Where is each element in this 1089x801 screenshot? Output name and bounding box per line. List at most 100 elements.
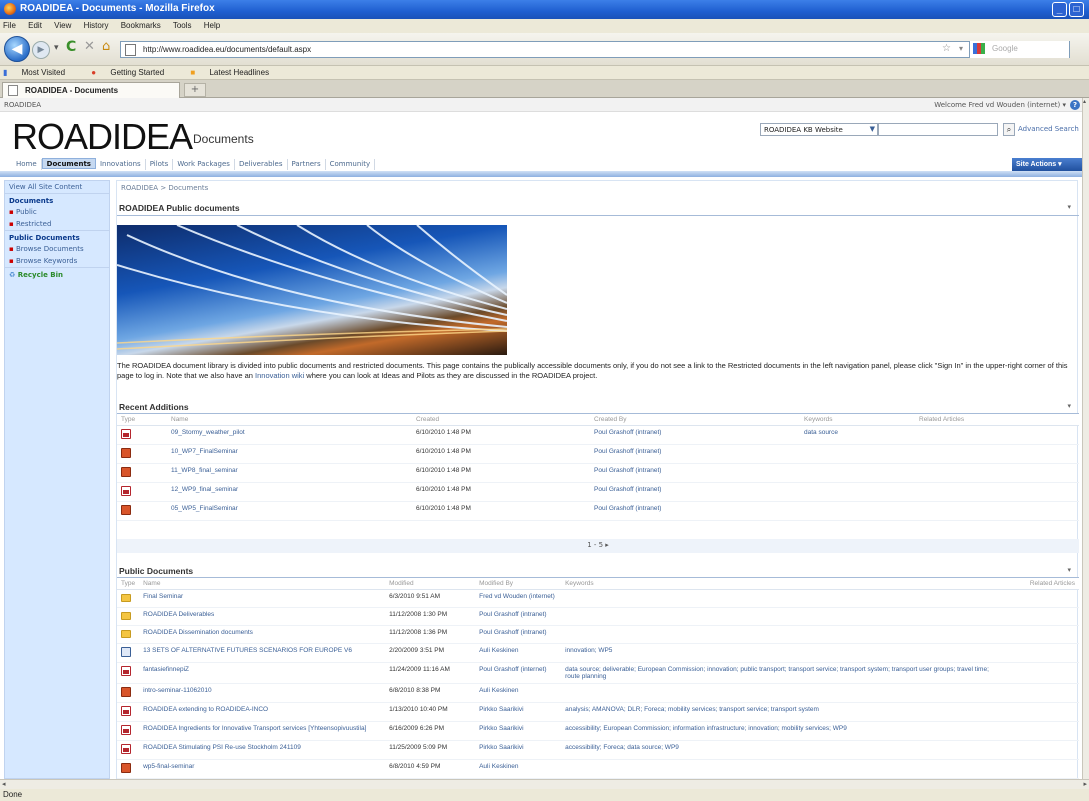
site-logo[interactable]: ROADIDEA [12, 116, 193, 158]
modified-by-link[interactable]: Auli Keskinen [475, 683, 562, 703]
col-name[interactable]: Name [167, 414, 412, 426]
keywords-link[interactable] [561, 625, 1009, 644]
created-by-link[interactable]: Poul Grashoff (intranet) [590, 501, 800, 521]
keywords-link[interactable] [561, 607, 1009, 626]
maximize-icon[interactable]: □ [1069, 2, 1084, 17]
minimize-icon[interactable]: _ [1052, 2, 1067, 17]
menu-bookmarks[interactable]: Bookmarks [121, 21, 161, 30]
keywords-link[interactable]: accessibility; European Commission; info… [561, 721, 1009, 741]
col-related-articles[interactable]: Related Articles [915, 414, 1079, 426]
col-created-by[interactable]: Created By [590, 414, 800, 426]
ql-recycle-bin-link[interactable]: ♻ Recycle Bin [5, 267, 109, 280]
star-icon[interactable]: ☆ [942, 43, 951, 54]
nav-partners[interactable]: Partners [288, 159, 326, 170]
search-go-icon[interactable]: ⌕ [1003, 123, 1015, 136]
ql-documents-header[interactable]: Documents [5, 193, 109, 206]
doc-name-link[interactable]: Final Seminar [139, 589, 386, 608]
bookmark-getting-started[interactable]: ● Getting Started [91, 68, 176, 77]
nav-deliverables[interactable]: Deliverables [235, 159, 288, 170]
ql-browse-documents-link[interactable]: Browse Documents [5, 243, 109, 255]
welcome-menu[interactable]: Welcome Fred vd Wouden (internet) ▾ [934, 101, 1066, 109]
webpart-menu-icon[interactable]: ▾ [1067, 566, 1071, 574]
ql-browse-keywords-link[interactable]: Browse Keywords [5, 255, 109, 267]
innovation-wiki-link[interactable]: Innovation wiki [255, 371, 304, 380]
modified-by-link[interactable]: Poul Grashoff (intranet) [475, 625, 562, 644]
keywords-link[interactable]: analysis; AMANOVA; DLR; Foreca; mobility… [561, 702, 1009, 722]
col-modified[interactable]: Modified [385, 578, 476, 590]
keywords-link[interactable] [800, 444, 915, 464]
col-modified-by[interactable]: Modified By [475, 578, 562, 590]
back-button[interactable]: ◀ [4, 36, 30, 62]
doc-name-link[interactable]: 13 SETS OF ALTERNATIVE FUTURES SCENARIOS… [139, 643, 386, 663]
col-keywords[interactable]: Keywords [800, 414, 915, 426]
keywords-link[interactable] [561, 589, 1009, 608]
webpart-menu-icon[interactable]: ▾ [1067, 203, 1071, 211]
view-all-site-content-link[interactable]: View All Site Content [5, 181, 109, 193]
scroll-right-icon[interactable]: ▸ [1083, 780, 1087, 788]
site-search-input[interactable] [878, 123, 998, 136]
doc-name-link[interactable]: 12_WP9_final_seminar [167, 482, 412, 502]
keywords-link[interactable]: accessibility; Foreca; data source; WP9 [561, 740, 1009, 760]
col-type[interactable]: Type [117, 578, 140, 590]
nav-home[interactable]: Home [12, 159, 42, 170]
site-actions-button[interactable]: Site Actions ▾ [1012, 158, 1082, 171]
help-icon[interactable]: ? [1070, 100, 1080, 110]
ql-public-documents-header[interactable]: Public Documents [5, 230, 109, 243]
scroll-left-icon[interactable]: ◂ [2, 780, 6, 788]
doc-name-link[interactable]: 09_Stormy_weather_pilot [167, 425, 412, 445]
doc-name-link[interactable]: ROADIDEA Deliverables [139, 607, 386, 626]
horizontal-scrollbar[interactable]: ◂ ▸ [0, 779, 1089, 789]
site-name[interactable]: ROADIDEA [4, 101, 41, 109]
modified-by-link[interactable]: Pirkko Saarikivi [475, 721, 562, 741]
doc-name-link[interactable]: 11_WP8_final_seminar [167, 463, 412, 483]
col-related-articles[interactable]: Related Articles [1009, 578, 1079, 590]
modified-by-link[interactable]: Fred vd Wouden (internet) [475, 589, 562, 608]
ql-restricted-link[interactable]: Restricted [5, 218, 109, 230]
modified-by-link[interactable]: Auli Keskinen [475, 643, 562, 663]
modified-by-link[interactable]: Poul Grashoff (intranet) [475, 607, 562, 626]
search-engine-box[interactable]: Google [969, 41, 1069, 58]
col-created[interactable]: Created [412, 414, 590, 426]
doc-name-link[interactable]: ROADIDEA Dissemination documents [139, 625, 386, 644]
keywords-link[interactable]: innovation; WP5 [561, 643, 1009, 663]
ql-public-link[interactable]: Public [5, 206, 109, 218]
search-scope-select[interactable]: ROADIDEA KB Website ▼ [760, 123, 878, 136]
menu-history[interactable]: History [84, 21, 109, 30]
doc-name-link[interactable]: ROADIDEA extending to ROADIDEA-INCO [139, 702, 386, 722]
col-name[interactable]: Name [139, 578, 386, 590]
doc-name-link[interactable]: fantasiefinnepiZ [139, 662, 386, 684]
webpart-menu-icon[interactable]: ▾ [1067, 402, 1071, 410]
created-by-link[interactable]: Poul Grashoff (intranet) [590, 463, 800, 483]
modified-by-link[interactable]: Pirkko Saarikivi [475, 740, 562, 760]
menu-help[interactable]: Help [204, 21, 220, 30]
menu-view[interactable]: View [54, 21, 71, 30]
nav-work-packages[interactable]: Work Packages [173, 159, 235, 170]
keywords-link[interactable] [561, 759, 1009, 779]
doc-name-link[interactable]: ROADIDEA Stimulating PSI Re-use Stockhol… [139, 740, 386, 760]
menu-edit[interactable]: Edit [28, 21, 42, 30]
forward-button[interactable]: ▶ [32, 41, 50, 59]
keywords-link[interactable]: data source [800, 425, 915, 445]
modified-by-link[interactable]: Pirkko Saarikivi [475, 702, 562, 722]
url-dropdown-icon[interactable]: ▾ [959, 44, 963, 53]
col-keywords[interactable]: Keywords [561, 578, 1009, 590]
pager[interactable]: 1 - 5 ▸ [117, 539, 1079, 553]
nav-pilots[interactable]: Pilots [146, 159, 174, 170]
reload-icon[interactable]: C [66, 39, 76, 55]
nav-innovations[interactable]: Innovations [96, 159, 146, 170]
history-dropdown-icon[interactable]: ▾ [54, 43, 59, 53]
keywords-link[interactable] [800, 482, 915, 502]
keywords-link[interactable]: data source; deliverable; European Commi… [561, 662, 1009, 684]
nav-community[interactable]: Community [326, 159, 376, 170]
keywords-link[interactable] [800, 463, 915, 483]
breadcrumb[interactable]: ROADIDEA > Documents [121, 184, 208, 192]
created-by-link[interactable]: Poul Grashoff (intranet) [590, 482, 800, 502]
scroll-up-icon[interactable]: ▴ [1083, 98, 1089, 105]
doc-name-link[interactable]: wp5-final-seminar [139, 759, 386, 779]
new-tab-button[interactable]: + [184, 83, 206, 97]
stop-icon[interactable]: ✕ [84, 39, 95, 54]
doc-name-link[interactable]: 05_WP5_FinalSeminar [167, 501, 412, 521]
doc-name-link[interactable]: intro-seminar-11062010 [139, 683, 386, 703]
url-bar[interactable]: http://www.roadidea.eu/documents/default… [120, 41, 1070, 58]
doc-name-link[interactable]: 10_WP7_FinalSeminar [167, 444, 412, 464]
